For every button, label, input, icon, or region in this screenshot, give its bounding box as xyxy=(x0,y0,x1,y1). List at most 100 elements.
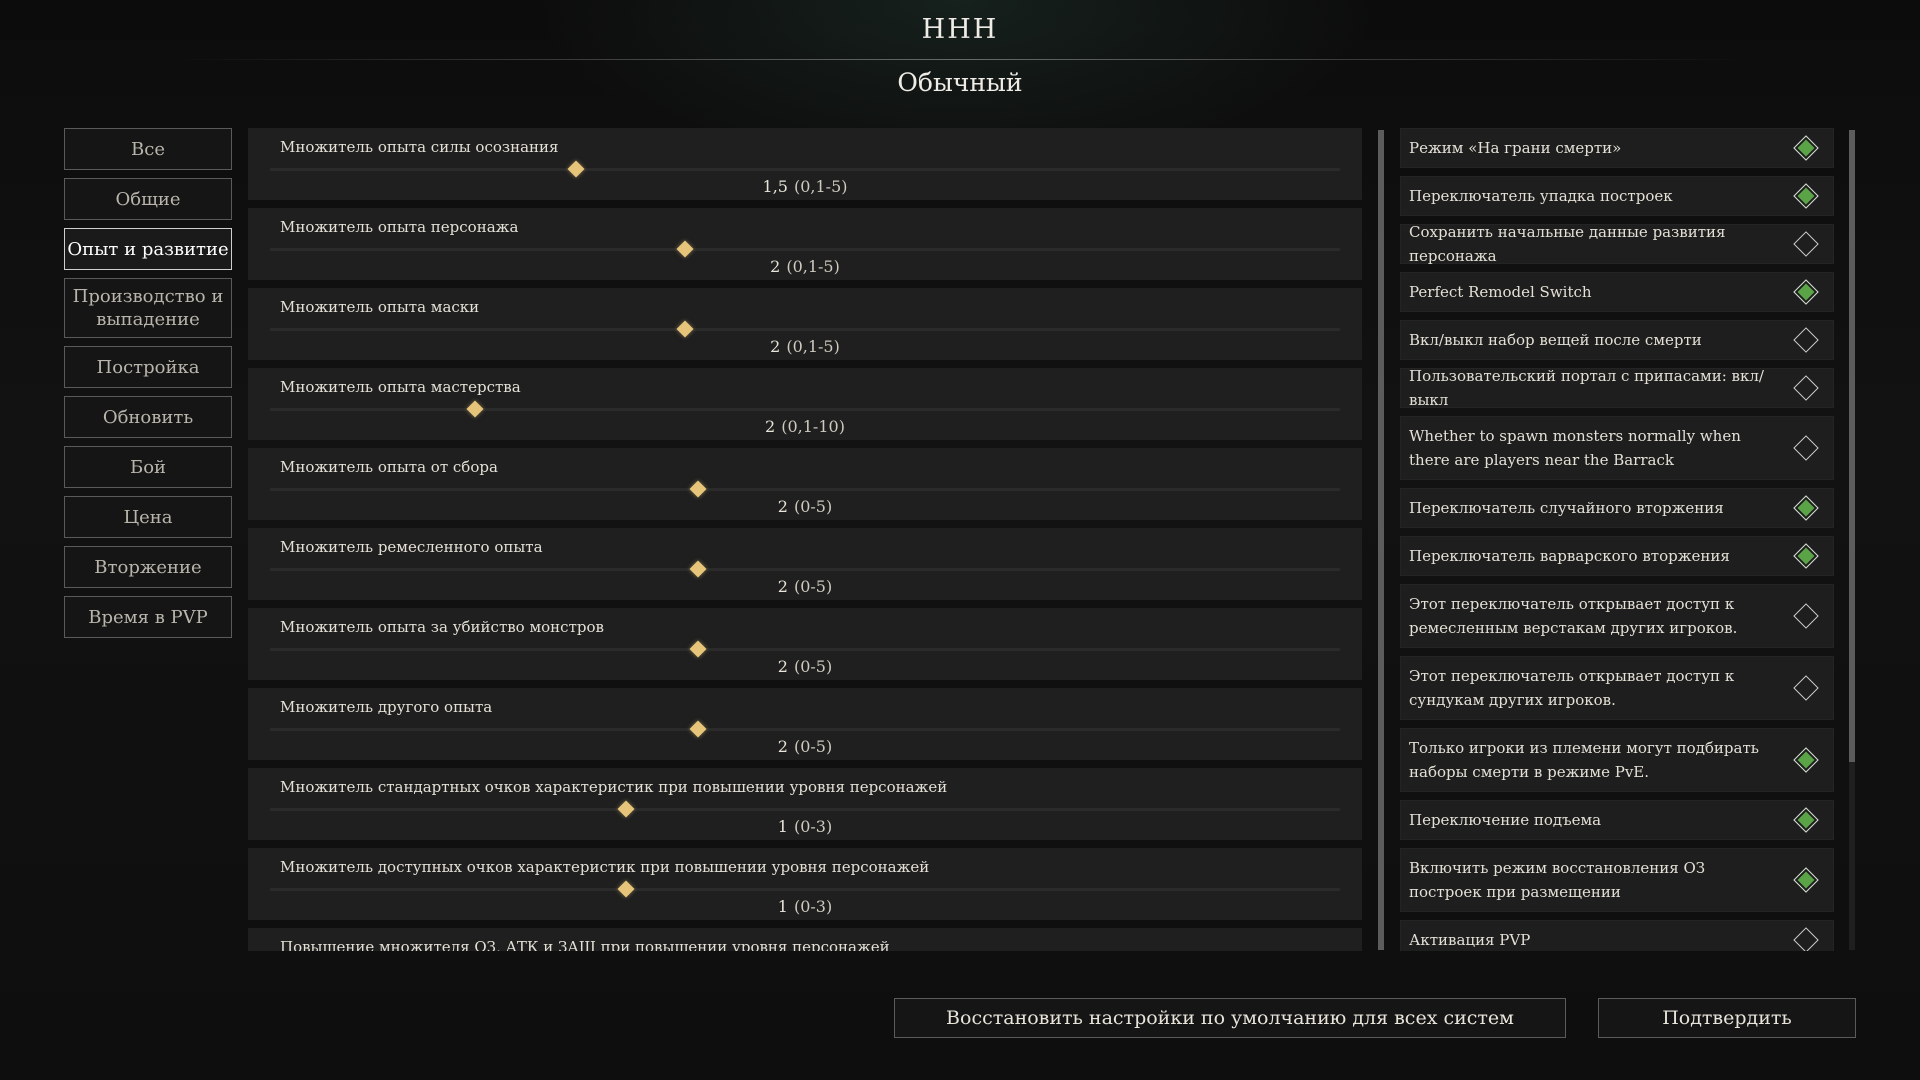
slider-track[interactable] xyxy=(270,720,1340,738)
checkbox-unchecked-icon[interactable] xyxy=(1793,603,1819,629)
toggle-label: Активация PVP xyxy=(1409,931,1531,949)
slider-label: Множитель стандартных очков характеристи… xyxy=(280,778,948,796)
slider-thumb[interactable] xyxy=(676,320,694,338)
toggle-row[interactable]: Переключатель случайного вторжения xyxy=(1400,488,1834,528)
slider-value-readout: 2 (0,1-10) xyxy=(248,417,1362,436)
checkbox-checked-icon[interactable] xyxy=(1793,747,1819,773)
slider-value-readout: 2 (0-5) xyxy=(248,497,1362,516)
slider-track[interactable] xyxy=(270,800,1340,818)
slider-thumb[interactable] xyxy=(567,160,585,178)
nav-item-1[interactable]: Общие xyxy=(64,178,232,220)
slider-track[interactable] xyxy=(270,560,1340,578)
slider-thumb[interactable] xyxy=(689,480,707,498)
slider-range: (0,1-10) xyxy=(781,417,845,436)
toggle-row[interactable]: Включить режим восстановления ОЗ построе… xyxy=(1400,848,1834,912)
slider-thumb[interactable] xyxy=(617,880,635,898)
nav-item-7[interactable]: Цена xyxy=(64,496,232,538)
slider-value-readout: 1,5 (0,1-5) xyxy=(248,177,1362,196)
toggle-row[interactable]: Переключение подъема xyxy=(1400,800,1834,840)
slider-current-value: 2 xyxy=(777,737,788,756)
checkbox-checked-icon[interactable] xyxy=(1793,135,1819,161)
slider-list-scrollbar-thumb[interactable] xyxy=(1378,130,1384,950)
nav-item-8[interactable]: Вторжение xyxy=(64,546,232,588)
slider-thumb[interactable] xyxy=(676,240,694,258)
checkbox-unchecked-icon[interactable] xyxy=(1793,231,1819,257)
nav-item-0[interactable]: Все xyxy=(64,128,232,170)
toggle-row[interactable]: Вкл/выкл набор вещей после смерти xyxy=(1400,320,1834,360)
checkbox-checked-icon[interactable] xyxy=(1793,807,1819,833)
slider-label: Множитель опыта мастерства xyxy=(280,378,521,396)
confirm-button[interactable]: Подтвердить xyxy=(1598,998,1856,1038)
checkbox-unchecked-icon[interactable] xyxy=(1793,327,1819,353)
slider-thumb[interactable] xyxy=(466,400,484,418)
nav-item-6[interactable]: Бой xyxy=(64,446,232,488)
nav-item-9[interactable]: Время в PVP xyxy=(64,596,232,638)
slider-row: Множитель опыта персонажа 2 (0,1-5) xyxy=(248,208,1362,280)
toggle-row[interactable]: Активация PVP xyxy=(1400,920,1834,951)
slider-track[interactable] xyxy=(270,400,1340,418)
slider-track[interactable] xyxy=(270,160,1340,178)
slider-label: Множитель опыта от сбора xyxy=(280,458,498,476)
nav-item-4[interactable]: Постройка xyxy=(64,346,232,388)
checkbox-checked-icon[interactable] xyxy=(1793,495,1819,521)
toggle-row[interactable]: Сохранить начальные данные развития перс… xyxy=(1400,223,1834,265)
nav-item-2[interactable]: Опыт и развитие xyxy=(64,228,232,270)
slider-thumb[interactable] xyxy=(617,800,635,818)
slider-track[interactable] xyxy=(270,320,1340,338)
difficulty-mode-title: Обычный xyxy=(897,68,1023,97)
toggle-label: Включить режим восстановления ОЗ построе… xyxy=(1409,859,1706,901)
nav-item-3[interactable]: Производство и выпадение xyxy=(64,278,232,338)
toggle-row[interactable]: Этот переключатель открывает доступ к су… xyxy=(1400,656,1834,720)
toggle-label: Переключатель случайного вторжения xyxy=(1409,499,1724,517)
slider-track[interactable] xyxy=(270,880,1340,898)
slider-value-readout: 2 (0,1-5) xyxy=(248,257,1362,276)
restore-defaults-button[interactable]: Восстановить настройки по умолчанию для … xyxy=(894,998,1566,1038)
checkbox-unchecked-icon[interactable] xyxy=(1793,675,1819,701)
checkbox-checked-icon[interactable] xyxy=(1793,867,1819,893)
slider-track[interactable] xyxy=(270,640,1340,658)
slider-thumb[interactable] xyxy=(689,720,707,738)
slider-range: (0,1-5) xyxy=(793,177,848,196)
toggle-row[interactable]: Пользовательский портал с припасами: вкл… xyxy=(1400,367,1834,409)
toggle-list-scrollbar-thumb[interactable] xyxy=(1849,130,1855,762)
toggle-row[interactable]: Whether to spawn monsters normally when … xyxy=(1400,416,1834,480)
slider-row: Множитель опыта маски 2 (0,1-5) xyxy=(248,288,1362,360)
slider-label: Множитель опыта персонажа xyxy=(280,218,519,236)
checkbox-unchecked-icon[interactable] xyxy=(1793,927,1819,951)
slider-list-scrollbar[interactable] xyxy=(1378,130,1384,950)
slider-row: Множитель доступных очков характеристик … xyxy=(248,848,1362,920)
toggle-row[interactable]: Переключатель упадка построек xyxy=(1400,176,1834,216)
toggle-settings-list: Режим «На грани смерти» Переключатель упа… xyxy=(1400,128,1834,951)
slider-label: Множитель опыта за убийство монстров xyxy=(280,618,604,636)
toggle-row[interactable]: Только игроки из племени могут подбирать… xyxy=(1400,728,1834,792)
checkbox-checked-icon[interactable] xyxy=(1793,543,1819,569)
checkbox-checked-icon[interactable] xyxy=(1793,279,1819,305)
slider-track[interactable] xyxy=(270,240,1340,258)
slider-range: (0-5) xyxy=(793,497,833,516)
slider-label: Повышение множителя ОЗ, АТК и ЗАЩ при по… xyxy=(280,938,890,951)
slider-current-value: 2 xyxy=(765,417,776,436)
toggle-row[interactable]: Этот переключатель открывает доступ к ре… xyxy=(1400,584,1834,648)
toggle-label: Переключатель варварского вторжения xyxy=(1409,547,1730,565)
toggle-label: Переключатель упадка построек xyxy=(1409,187,1673,205)
toggle-label: Переключение подъема xyxy=(1409,811,1602,829)
toggle-row[interactable]: Переключатель варварского вторжения xyxy=(1400,536,1834,576)
toggle-label: Сохранить начальные данные развития перс… xyxy=(1409,223,1726,265)
toggle-label: Этот переключатель открывает доступ к су… xyxy=(1409,667,1735,709)
slider-value-readout: 2 (0-5) xyxy=(248,657,1362,676)
slider-track[interactable] xyxy=(270,480,1340,498)
toggle-list-scrollbar[interactable] xyxy=(1849,130,1855,950)
slider-thumb[interactable] xyxy=(689,560,707,578)
slider-row: Множитель опыта мастерства 2 (0,1-10) xyxy=(248,368,1362,440)
toggle-label: Режим «На грани смерти» xyxy=(1409,139,1622,157)
checkbox-checked-icon[interactable] xyxy=(1793,183,1819,209)
slider-row: Множитель стандартных очков характеристи… xyxy=(248,768,1362,840)
toggle-row[interactable]: Режим «На грани смерти» xyxy=(1400,128,1834,168)
nav-item-5[interactable]: Обновить xyxy=(64,396,232,438)
toggle-label: Вкл/выкл набор вещей после смерти xyxy=(1409,331,1702,349)
checkbox-unchecked-icon[interactable] xyxy=(1793,375,1819,401)
slider-thumb[interactable] xyxy=(689,640,707,658)
checkbox-unchecked-icon[interactable] xyxy=(1793,435,1819,461)
slider-row: Повышение множителя ОЗ, АТК и ЗАЩ при по… xyxy=(248,928,1362,951)
toggle-row[interactable]: Perfect Remodel Switch xyxy=(1400,272,1834,312)
